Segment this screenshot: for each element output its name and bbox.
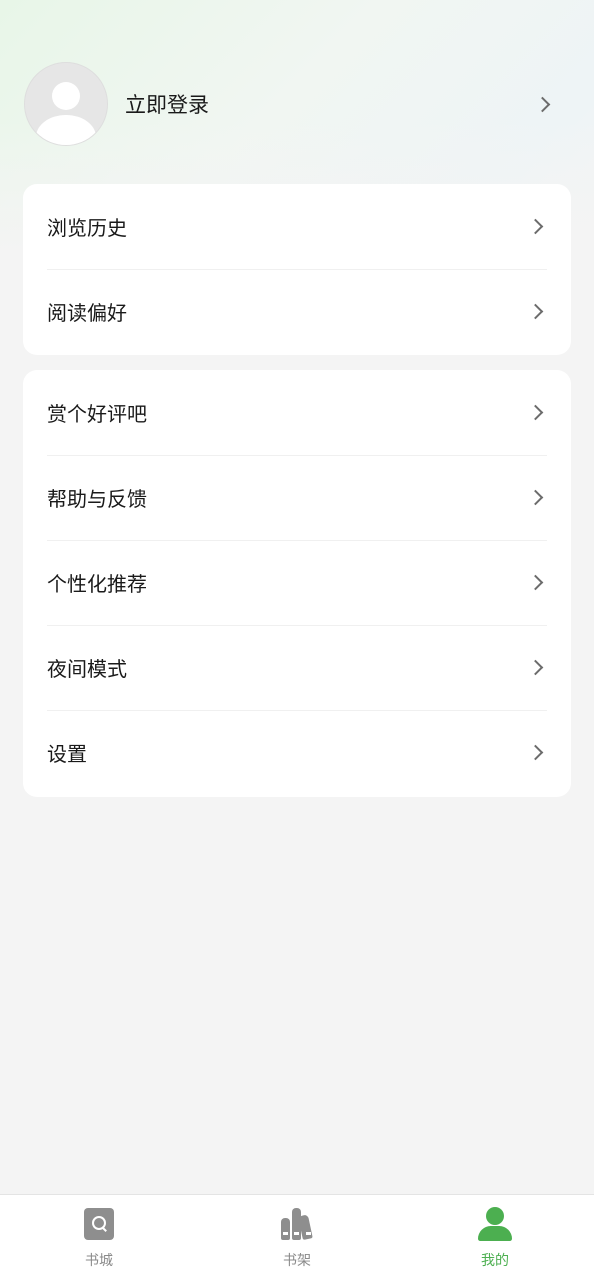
bottom-tab-bar: 书城 书架 我的 (0, 1194, 594, 1281)
menu-item-label: 赏个好评吧 (47, 402, 147, 426)
tab-label: 我的 (481, 1253, 509, 1269)
menu-card-primary: 浏览历史 阅读偏好 (23, 184, 571, 355)
menu-item-rate-app[interactable]: 赏个好评吧 (23, 370, 571, 455)
menu-item-label: 个性化推荐 (47, 572, 147, 596)
avatar-body-shape (36, 115, 96, 145)
menu-item-label: 阅读偏好 (47, 301, 127, 325)
avatar-head-shape (52, 82, 80, 110)
tab-bookstore[interactable]: 书城 (0, 1195, 198, 1281)
menu-card-secondary: 赏个好评吧 帮助与反馈 个性化推荐 夜间模式 设置 (23, 370, 571, 797)
chevron-right-icon (534, 96, 551, 112)
menu-item-label: 设置 (47, 742, 87, 766)
menu-item-browse-history[interactable]: 浏览历史 (23, 184, 571, 269)
menu-item-night-mode[interactable]: 夜间模式 (23, 625, 571, 710)
tab-profile[interactable]: 我的 (396, 1195, 594, 1281)
tab-label: 书架 (283, 1253, 311, 1269)
profile-icon (478, 1207, 512, 1241)
bookshelf-icon (280, 1207, 314, 1241)
login-label: 立即登录 (125, 93, 209, 117)
chevron-right-icon (527, 574, 544, 591)
chevron-right-icon (527, 218, 544, 235)
menu-item-help-feedback[interactable]: 帮助与反馈 (23, 455, 571, 540)
chevron-right-icon (527, 404, 544, 421)
menu-item-reading-preference[interactable]: 阅读偏好 (23, 269, 571, 354)
chevron-right-icon (527, 303, 544, 320)
menu-item-settings[interactable]: 设置 (23, 710, 571, 795)
chevron-right-icon (527, 659, 544, 676)
tab-label: 书城 (85, 1253, 113, 1269)
chevron-right-icon (527, 489, 544, 506)
menu-item-personalized-recommendation[interactable]: 个性化推荐 (23, 540, 571, 625)
login-row[interactable]: 立即登录 (24, 62, 570, 146)
bookstore-icon (82, 1207, 116, 1241)
tab-bookshelf[interactable]: 书架 (198, 1195, 396, 1281)
menu-item-label: 夜间模式 (47, 657, 127, 681)
avatar[interactable] (24, 62, 108, 146)
menu-item-label: 帮助与反馈 (47, 487, 147, 511)
menu-item-label: 浏览历史 (47, 216, 127, 240)
chevron-right-icon (527, 744, 544, 761)
